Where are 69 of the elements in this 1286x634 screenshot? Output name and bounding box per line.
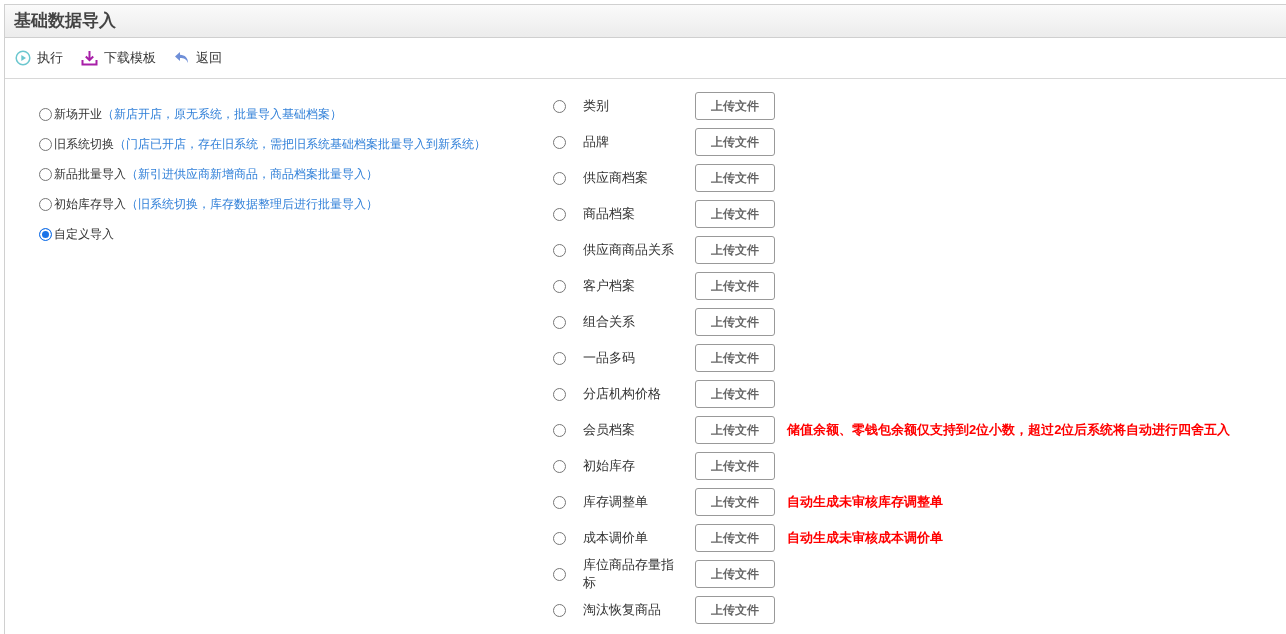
radio-button[interactable] <box>553 135 566 149</box>
play-icon <box>15 50 31 66</box>
radio-button[interactable] <box>39 137 52 151</box>
radio-button[interactable] <box>553 99 566 113</box>
item-label: 库位商品存量指标 <box>583 556 675 592</box>
radio-button[interactable] <box>39 197 52 211</box>
option-note: （旧系统切换，库存数据整理后进行批量导入） <box>126 196 378 213</box>
radio-button[interactable] <box>553 243 566 257</box>
option-label: 初始库存导入 <box>54 196 126 213</box>
upload-button[interactable]: 上传文件 <box>695 452 775 480</box>
upload-button[interactable]: 上传文件 <box>695 308 775 336</box>
radio-button[interactable] <box>39 167 52 181</box>
undo-icon <box>174 51 190 65</box>
item-label: 供应商档案 <box>583 169 649 187</box>
option-note: （新店开店，原无系统，批量导入基础档案） <box>102 106 342 123</box>
item-label: 商品档案 <box>583 205 636 223</box>
radio-button[interactable] <box>39 227 52 241</box>
radio-button[interactable] <box>553 351 566 365</box>
item-label: 成本调价单 <box>583 529 649 547</box>
option-label: 自定义导入 <box>54 226 114 243</box>
item-label: 初始库存 <box>583 457 636 475</box>
radio-button[interactable] <box>553 567 566 581</box>
radio-button[interactable] <box>553 459 566 473</box>
radio-button[interactable] <box>553 171 566 185</box>
radio-button[interactable] <box>553 279 566 293</box>
item-label: 客户档案 <box>583 277 636 295</box>
radio-button[interactable] <box>553 531 566 545</box>
option-label: 新场开业 <box>54 106 102 123</box>
upload-button[interactable]: 上传文件 <box>695 488 775 516</box>
upload-button[interactable]: 上传文件 <box>695 128 775 156</box>
item-label: 一品多码 <box>583 349 636 367</box>
upload-button[interactable]: 上传文件 <box>695 560 775 588</box>
radio-button[interactable] <box>553 423 566 437</box>
option-note: （门店已开店，存在旧系统，需把旧系统基础档案批量导入到新系统） <box>114 136 486 153</box>
radio-button[interactable] <box>553 315 566 329</box>
upload-button[interactable]: 上传文件 <box>695 380 775 408</box>
upload-button[interactable]: 上传文件 <box>695 596 775 624</box>
upload-button[interactable]: 上传文件 <box>695 524 775 552</box>
item-label: 品牌 <box>583 133 610 151</box>
radio-button[interactable] <box>553 495 566 509</box>
upload-button[interactable]: 上传文件 <box>695 92 775 120</box>
upload-button[interactable]: 上传文件 <box>695 272 775 300</box>
option-note: （新引进供应商新增商品，商品档案批量导入） <box>126 166 378 183</box>
upload-button[interactable]: 上传文件 <box>695 164 775 192</box>
radio-button[interactable] <box>553 207 566 221</box>
item-label: 类别 <box>583 97 610 115</box>
download-icon <box>81 50 98 66</box>
upload-button[interactable]: 上传文件 <box>695 416 775 444</box>
warning-note: 自动生成未审核库存调整单 <box>787 493 943 512</box>
radio-button[interactable] <box>553 603 566 617</box>
item-label: 库存调整单 <box>583 493 649 511</box>
radio-button[interactable] <box>553 387 566 401</box>
warning-note: 自动生成未审核成本调价单 <box>787 529 943 548</box>
radio-button[interactable] <box>39 107 52 121</box>
option-label: 新品批量导入 <box>54 166 126 183</box>
toolbar-button[interactable]: 返回 <box>174 48 222 68</box>
upload-button[interactable]: 上传文件 <box>695 200 775 228</box>
option-label: 旧系统切换 <box>54 136 114 153</box>
warning-note: 储值余额、零钱包余额仅支持到2位小数，超过2位后系统将自动进行四舍五入 <box>787 421 1231 440</box>
upload-button[interactable]: 上传文件 <box>695 344 775 372</box>
item-label: 会员档案 <box>583 421 636 439</box>
toolbar-button[interactable]: 执行 <box>15 48 63 68</box>
item-label: 供应商商品关系 <box>583 241 675 259</box>
item-label: 淘汰恢复商品 <box>583 601 662 619</box>
item-label: 分店机构价格 <box>583 385 662 403</box>
item-label: 组合关系 <box>583 313 636 331</box>
upload-button[interactable]: 上传文件 <box>695 236 775 264</box>
toolbar-button[interactable]: 下载模板 <box>81 48 156 68</box>
page-title: 基础数据导入 <box>14 10 116 33</box>
